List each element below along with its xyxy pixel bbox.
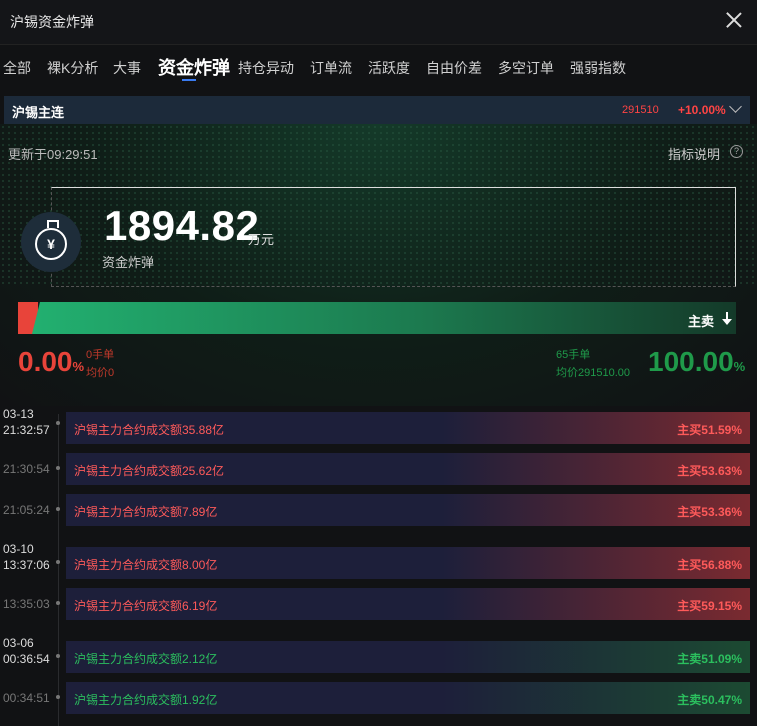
timeline-dot	[56, 560, 60, 564]
event-row[interactable]: 沪锡主力合约成交额25.62亿 主买53.63%	[66, 453, 750, 485]
event-desc: 沪锡主力合约成交额6.19亿	[74, 599, 218, 613]
event-row[interactable]: 沪锡主力合约成交额1.92亿 主卖50.47%	[66, 682, 750, 714]
event-side: 主买53.36%	[677, 505, 742, 519]
sell-percentage: 100.00%	[648, 346, 746, 377]
sell-ratio-fill	[32, 302, 736, 334]
arrow-down-icon	[722, 312, 732, 325]
event-row[interactable]: 沪锡主力合约成交额2.12亿 主卖51.09%	[66, 641, 750, 673]
sell-avg-price: 均价291510.00	[556, 367, 630, 379]
event-row[interactable]: 沪锡主力合约成交额7.89亿 主买53.36%	[66, 494, 750, 526]
event-side: 主买59.15%	[677, 599, 742, 613]
event-date-6: 03-06 00:36:54	[3, 636, 50, 666]
window-title: 沪锡资金炸弹	[10, 14, 94, 30]
active-tab-indicator	[182, 79, 196, 81]
bomb-label: 资金炸弹	[102, 255, 155, 270]
contract-price: 291510	[622, 104, 659, 116]
sell-lots: 65手单	[556, 349, 591, 361]
timeline-dot	[56, 421, 60, 425]
event-desc: 沪锡主力合约成交额35.88亿	[74, 423, 225, 437]
event-side: 主买56.88%	[677, 558, 742, 572]
event-time-5: 13:35:03	[3, 597, 50, 611]
event-side: 主买53.63%	[677, 464, 742, 478]
tab-fund-bomb[interactable]: 资金炸弹	[158, 54, 230, 80]
event-desc: 沪锡主力合约成交额2.12亿	[74, 652, 218, 666]
timeline-dot	[56, 654, 60, 658]
indicator-help-link[interactable]: 指标说明	[668, 144, 720, 163]
event-time-7: 00:34:51	[3, 691, 50, 705]
tab-events[interactable]: 大事	[113, 58, 141, 78]
tab-bar: 全部 裸K分析 大事 资金炸弹 持仓异动 订单流 活跃度 自由价差 多空订单 强…	[0, 44, 757, 90]
tab-long-short-orders[interactable]: 多空订单	[498, 58, 554, 78]
tab-order-flow[interactable]: 订单流	[310, 58, 352, 78]
event-side: 主买51.59%	[677, 423, 742, 437]
event-row[interactable]: 沪锡主力合约成交额8.00亿 主买56.88%	[66, 547, 750, 579]
tab-k-analysis[interactable]: 裸K分析	[47, 58, 98, 78]
timeline-line	[58, 414, 59, 726]
contract-change: +10.00%	[678, 103, 726, 117]
close-icon[interactable]	[723, 9, 745, 31]
tab-position-change[interactable]: 持仓异动	[238, 58, 294, 78]
fund-bomb-panel: 更新于09:29:51 指标说明 ? ¥ 1894.82 万元 资金炸弹 主卖 …	[0, 124, 757, 406]
event-side: 主卖50.47%	[677, 693, 742, 707]
contract-selector[interactable]: 沪锡主连 291510 +10.00%	[4, 96, 750, 124]
tab-free-spread[interactable]: 自由价差	[426, 58, 482, 78]
contract-name: 沪锡主连	[12, 105, 65, 120]
event-time-3: 21:05:24	[3, 503, 50, 517]
tab-activity[interactable]: 活跃度	[368, 58, 410, 78]
chevron-down-icon[interactable]	[729, 100, 742, 113]
event-desc: 沪锡主力合约成交额8.00亿	[74, 558, 218, 572]
event-desc: 沪锡主力合约成交额1.92亿	[74, 693, 218, 707]
event-desc: 沪锡主力合约成交额7.89亿	[74, 505, 218, 519]
bomb-amount: 1894.82	[104, 202, 260, 249]
timeline-dot	[56, 695, 60, 699]
yuan-icon: ¥	[35, 228, 67, 260]
event-date-1: 03-13 21:32:57	[3, 407, 50, 437]
bomb-amount-unit: 万元	[248, 232, 275, 247]
event-desc: 沪锡主力合约成交额25.62亿	[74, 464, 225, 478]
timeline-dot	[56, 601, 60, 605]
event-row[interactable]: 沪锡主力合约成交额35.88亿 主买51.59%	[66, 412, 750, 444]
timeline-dot	[56, 507, 60, 511]
money-bag-knot	[47, 220, 59, 228]
buy-percentage: 0.00%	[18, 346, 85, 377]
event-time-2: 21:30:54	[3, 462, 50, 476]
buy-sell-ratio-bar: 主卖	[18, 302, 736, 334]
bar-side-label: 主卖	[687, 314, 714, 329]
event-side: 主卖51.09%	[677, 652, 742, 666]
update-time: 更新于09:29:51	[8, 147, 98, 162]
tab-all[interactable]: 全部	[3, 58, 31, 78]
question-icon[interactable]: ?	[730, 145, 743, 158]
buy-lots: 0手单	[86, 349, 115, 361]
timeline-dot	[56, 466, 60, 470]
event-row[interactable]: 沪锡主力合约成交额6.19亿 主买59.15%	[66, 588, 750, 620]
buy-avg-price: 均价0	[86, 367, 115, 379]
title-bar: 沪锡资金炸弹	[0, 0, 757, 45]
event-date-4: 03-10 13:37:06	[3, 542, 50, 572]
tab-strength-index[interactable]: 强弱指数	[570, 58, 626, 78]
money-bag-icon: ¥	[21, 212, 81, 272]
